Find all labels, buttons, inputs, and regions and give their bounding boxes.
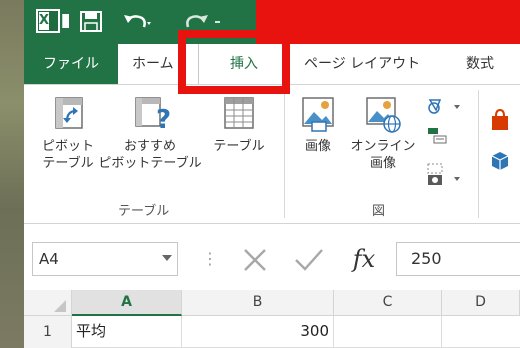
highlight-box xyxy=(178,30,290,94)
picture-icon xyxy=(302,97,334,132)
undo-icon[interactable] xyxy=(122,10,152,34)
tab-formulas[interactable]: 数式 xyxy=(466,44,516,84)
column-header-d[interactable]: D xyxy=(442,290,520,316)
online-pictures-label-1: オンライン xyxy=(350,139,416,154)
insert-function-button[interactable]: fx xyxy=(344,242,384,276)
row-header-1[interactable]: 1 xyxy=(24,316,72,348)
table-icon xyxy=(224,97,254,129)
store-icon[interactable] xyxy=(488,108,512,132)
group-separator-2 xyxy=(478,90,479,218)
pictures-button[interactable]: 画像 xyxy=(290,94,346,155)
online-pictures-label-2: 画像 xyxy=(369,156,396,171)
cell-b1[interactable]: 300 xyxy=(182,316,334,348)
tab-home[interactable]: ホーム xyxy=(132,44,180,84)
column-header-a[interactable]: A xyxy=(72,290,182,316)
recommended-pivot-button[interactable]: ? おすすめ ピボットテーブル xyxy=(94,94,206,172)
group-label-illustrations: 図 xyxy=(372,204,386,219)
group-label-tables: テーブル xyxy=(118,204,170,219)
chevron-down-icon[interactable] xyxy=(162,255,172,261)
cancel-icon[interactable] xyxy=(240,242,270,276)
smartart-icon[interactable] xyxy=(424,124,454,146)
recommended-pivot-label-1: おすすめ xyxy=(123,139,176,154)
pivot-table-icon xyxy=(55,97,83,129)
formula-input[interactable]: 250 xyxy=(396,242,520,276)
enter-icon[interactable] xyxy=(292,242,326,276)
tab-page-layout[interactable]: ページ レイアウト xyxy=(304,44,436,84)
cell-d1[interactable] xyxy=(442,316,520,348)
recommended-pivot-icon: ? xyxy=(135,97,170,132)
name-box[interactable]: A4 xyxy=(32,242,178,276)
tab-file[interactable]: ファイル xyxy=(24,44,118,84)
online-picture-icon xyxy=(366,97,401,133)
cell-c1[interactable] xyxy=(334,316,442,348)
excel-icon[interactable]: X xyxy=(36,9,69,33)
recommended-pivot-label-2: ピボットテーブル xyxy=(98,156,202,171)
redaction-overlay xyxy=(256,0,520,44)
shapes-icon[interactable] xyxy=(424,96,464,118)
desktop-edge xyxy=(0,0,24,348)
table-label: テーブル xyxy=(213,139,265,154)
pictures-label: 画像 xyxy=(304,139,331,154)
select-all-icon xyxy=(54,300,66,312)
cell-a1[interactable]: 平均 xyxy=(72,316,182,348)
addins-icon[interactable] xyxy=(486,148,512,174)
svg-text:?: ? xyxy=(156,105,170,132)
formula-bar-splitter[interactable]: ⋮ xyxy=(202,246,218,272)
screenshot-icon[interactable] xyxy=(424,162,468,188)
group-separator xyxy=(284,90,285,218)
save-icon[interactable] xyxy=(80,11,102,32)
column-header-b[interactable]: B xyxy=(182,290,334,316)
column-header-c[interactable]: C xyxy=(334,290,442,316)
table-button[interactable]: テーブル xyxy=(206,94,272,155)
online-pictures-button[interactable]: オンライン 画像 xyxy=(348,94,418,172)
